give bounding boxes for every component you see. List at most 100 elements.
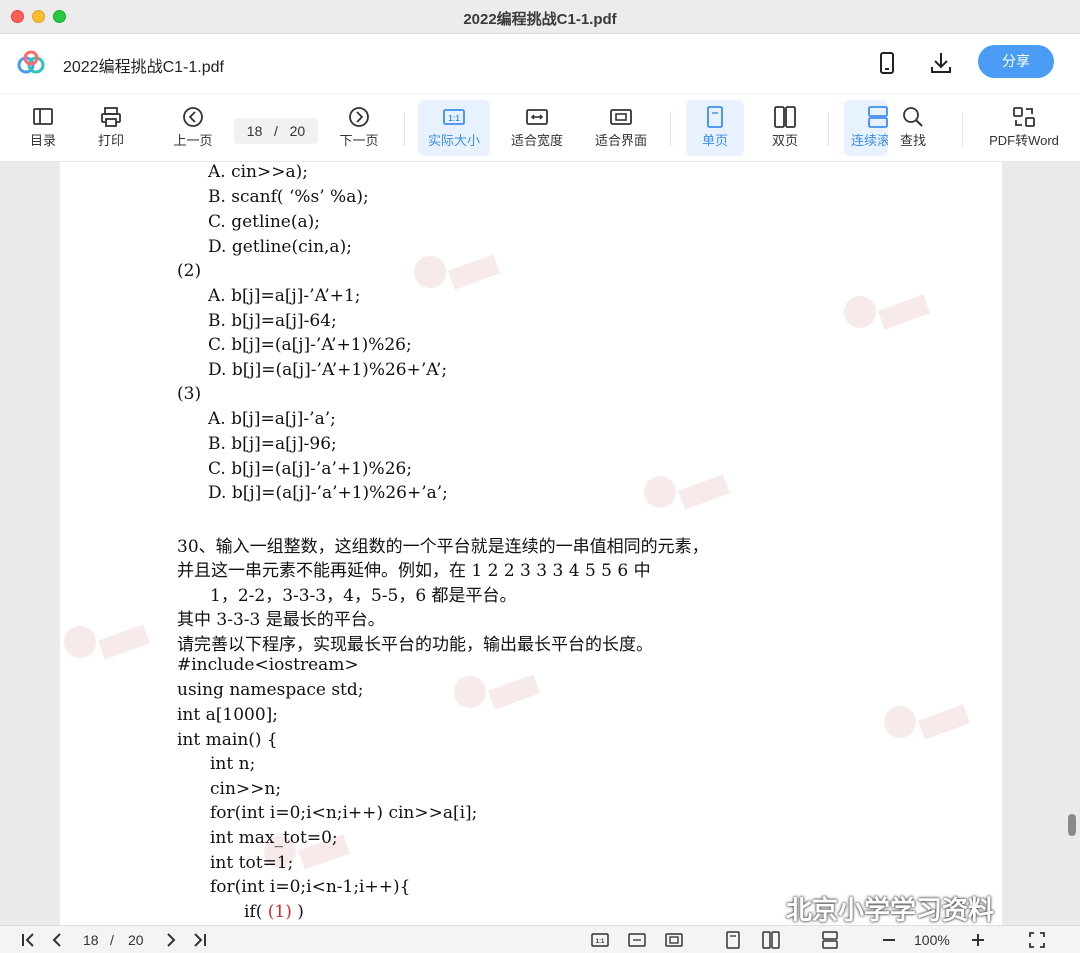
page-separator: / [110,932,114,948]
vertical-scrollbar-thumb[interactable] [1068,814,1076,836]
last-page-icon[interactable] [190,931,208,949]
code-line: for(int i=0;i<n-1;i++){ [210,877,411,897]
current-page[interactable]: 18 [83,932,99,948]
double-page-button[interactable]: 双页 [756,100,814,156]
watermark-logo-icon [644,474,730,510]
code-line: int main() { [177,730,278,750]
mobile-phone-icon[interactable] [874,50,900,76]
question-subnumber: (2) [177,261,202,281]
option-line: A. b[j]=a[j]-’A’+1; [208,286,361,306]
print-label: 打印 [97,133,124,148]
code-line: int a[1000]; [177,705,279,725]
document-name: 2022编程挑战C1-1.pdf [63,59,224,76]
app-header: 2022编程挑战C1-1.pdf 分享 [0,34,1080,94]
question-text: 其中 3-3-3 是最长的平台。 [177,610,385,630]
download-icon[interactable] [928,50,954,76]
zoom-out-icon[interactable] [880,931,898,949]
single-page-icon [707,106,723,128]
code-text: ) [291,902,304,922]
option-line: A. b[j]=a[j]-’a’; [208,409,336,429]
double-page-icon[interactable] [762,931,780,949]
convert-icon [1013,107,1035,127]
fit-width-icon[interactable] [628,931,646,949]
page-separator: / [274,123,278,139]
find-button[interactable]: 查找 [888,100,938,156]
actual-size-icon: 1:1 [443,109,465,125]
question-text: 请完善以下程序，实现最长平台的功能，输出最长平台的长度。 [177,635,653,655]
svg-text:1:1: 1:1 [596,939,605,945]
actual-size-icon[interactable]: 1:1 [591,931,609,949]
first-page-icon[interactable] [20,931,38,949]
watermark-logo-icon [454,674,540,710]
pdf-to-word-button[interactable]: PDF转Word [982,100,1066,156]
blank-marker: (1) [267,902,292,922]
chevron-right-icon[interactable] [162,931,180,949]
question-text: 并且这一串元素不能再延伸。例如，在 1 2 2 3 3 3 4 5 5 6 中 [177,561,651,581]
print-button[interactable]: 打印 [86,100,136,156]
toolbar-divider [828,112,829,146]
next-page-label: 下一页 [339,133,379,148]
pdf-to-word-label: PDF转Word [989,133,1059,148]
zoom-in-icon[interactable] [969,931,987,949]
printer-icon [101,107,121,127]
actual-size-button[interactable]: 1:1 实际大小 [418,100,490,156]
current-page: 18 [246,123,263,139]
toolbar: 目录 打印 上一页 下一页 1:1 实际大小 适合宽度 适合界面 单页 双页 连… [0,94,1080,162]
page-number-field[interactable]: 18 / 20 [234,118,318,144]
option-line: B. b[j]=a[j]-64; [208,311,337,331]
code-text: if( [244,902,268,922]
search-icon [903,107,923,127]
single-page-label: 单页 [701,133,728,148]
toc-icon [33,108,53,125]
total-pages: 20 [289,123,306,139]
next-page-button[interactable]: 下一页 [330,100,388,156]
question-text: 1，2-2，3-3-3，4，5-5，6 都是平台。 [210,586,517,606]
fit-page-icon[interactable] [665,931,683,949]
window-title: 2022编程挑战C1-1.pdf [463,11,617,28]
fit-width-icon [526,109,548,125]
continuous-scroll-icon[interactable] [821,931,839,949]
code-line: for(int i=0;i<n;i++) cin>>a[i]; [210,803,478,823]
continuous-scroll-label: 连续滚 [851,133,888,148]
watermark-logo-icon [844,294,930,330]
actual-size-label: 实际大小 [427,133,480,148]
share-button[interactable]: 分享 [978,45,1054,78]
wechat-overlay-label: 北京小学学习资料 [786,895,995,925]
window-titlebar: 2022编程挑战C1-1.pdf [0,0,1080,34]
watermark-logo-icon [64,624,150,660]
toolbar-divider [404,112,405,146]
prev-page-button[interactable]: 上一页 [164,100,222,156]
toolbar-divider [962,112,963,146]
single-page-icon[interactable] [724,931,742,949]
continuous-scroll-button[interactable]: 连续滚 [844,100,888,156]
double-page-icon [774,106,796,128]
option-line: A. cin>>a); [208,162,308,182]
fit-page-label: 适合界面 [594,133,647,148]
option-line: D. b[j]=(a[j]-’a’+1)%26+’a’; [208,483,448,503]
double-page-label: 双页 [771,133,798,148]
app-logo-icon [17,50,45,74]
document-viewport[interactable]: A. cin>>a); B. scanf( ‘%s’ %a); C. getli… [0,162,1080,925]
option-line: D. b[j]=(a[j]-’A’+1)%26+’A’; [208,360,448,380]
option-line: C. b[j]=(a[j]-’A’+1)%26; [208,335,412,355]
pdf-page: A. cin>>a); B. scanf( ‘%s’ %a); C. getli… [60,162,1002,925]
fit-page-button[interactable]: 适合界面 [586,100,656,156]
continuous-scroll-icon [868,106,888,128]
fit-width-button[interactable]: 适合宽度 [502,100,572,156]
toc-button[interactable]: 目录 [18,100,68,156]
chevron-left-icon[interactable] [48,931,66,949]
fullscreen-icon[interactable] [1028,931,1046,949]
single-page-button[interactable]: 单页 [686,100,744,156]
option-line: B. b[j]=a[j]-96; [208,434,337,454]
option-line: C. getline(a); [208,212,320,232]
total-pages: 20 [128,932,144,948]
question-text: 30、输入一组整数，这组数的一个平台就是连续的一串值相同的元素， [177,537,709,557]
fit-width-label: 适合宽度 [510,133,563,148]
zoom-level[interactable]: 100% [914,932,950,948]
code-line: int max_tot=0; [210,828,338,848]
toc-label: 目录 [29,133,56,148]
code-line: int n; [210,754,256,774]
code-line: if( (1) ) [244,902,304,922]
option-line: C. b[j]=(a[j]-’a’+1)%26; [208,459,413,479]
option-line: D. getline(cin,a); [208,237,352,257]
